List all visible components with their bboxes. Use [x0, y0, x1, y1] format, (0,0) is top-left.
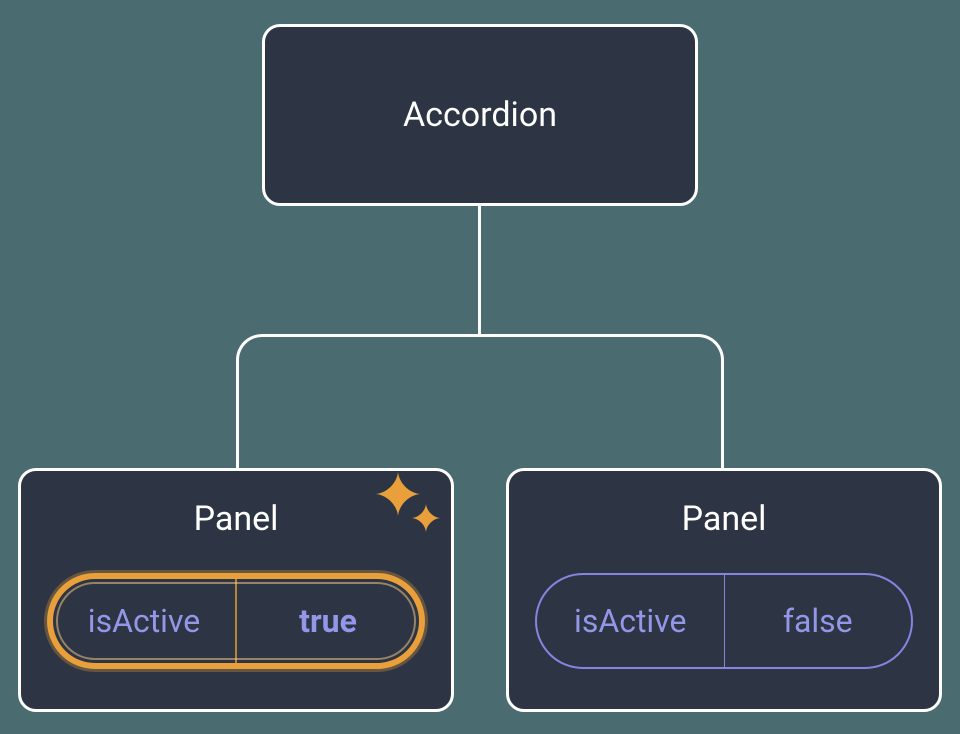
state-key-text: isActive	[574, 602, 686, 640]
state-key-text: isActive	[88, 602, 200, 640]
panel-left-label: Panel	[194, 499, 279, 539]
state-key-segment: isActive	[537, 575, 725, 667]
panel-node-left: Panel isActive true	[18, 468, 454, 712]
state-value-segment: true	[237, 579, 419, 663]
connector-line-horizontal	[236, 334, 724, 470]
state-key-segment: isActive	[53, 579, 237, 663]
state-value-segment: false	[725, 575, 912, 667]
panel-right-label: Panel	[682, 499, 767, 539]
connector-line-vertical	[478, 206, 481, 334]
state-pill-inactive: isActive false	[535, 573, 913, 669]
state-pill-active: isActive true	[47, 573, 425, 669]
accordion-node: Accordion	[262, 24, 698, 206]
accordion-label: Accordion	[403, 95, 557, 135]
state-value-text: false	[783, 602, 853, 640]
state-value-text: true	[299, 602, 357, 640]
panel-node-right: Panel isActive false	[506, 468, 942, 712]
